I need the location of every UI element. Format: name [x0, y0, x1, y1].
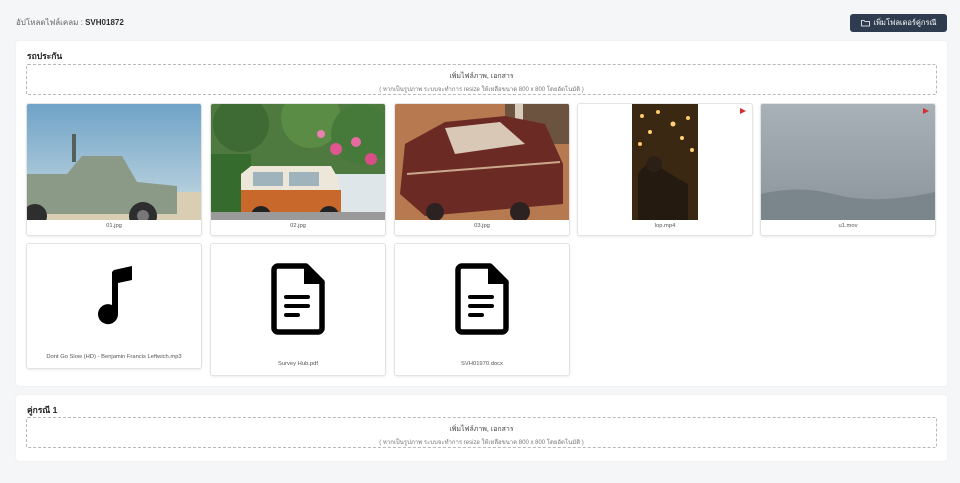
file-card[interactable]: lop.mp4	[577, 103, 753, 236]
file-card[interactable]: 02.jpg	[210, 103, 386, 236]
add-party-folder-label: เพิ่มโฟลเดอร์คู่กรณี	[873, 18, 937, 27]
file-name: lop.mp4	[654, 223, 676, 229]
section-title: รถประกัน	[27, 51, 63, 61]
video-thumbnail	[578, 104, 752, 220]
page-header: อัปโหลดไฟล์เคลม : SVH01872 เพิ่มโฟลเดอร์…	[0, 0, 960, 40]
file-card[interactable]: Survey Hub.pdf	[210, 243, 386, 376]
video-thumbnail	[761, 104, 935, 220]
upload-dropzone[interactable]: เพิ่มไฟล์ภาพ, เอกสาร ( หากเป็นรูปภาพ ระบ…	[26, 417, 937, 448]
file-name: Dont Go Slow (HD) - Benjamin Francis Lef…	[46, 354, 182, 360]
image-thumbnail	[395, 104, 569, 220]
file-card[interactable]: 03.jpg	[394, 103, 570, 236]
document-icon	[455, 263, 509, 335]
image-thumbnail	[211, 104, 385, 220]
file-name: Survey Hub.pdf	[278, 361, 318, 367]
dropzone-label: เพิ่มไฟล์ภาพ, เอกสาร	[449, 426, 514, 433]
page-title: อัปโหลดไฟล์เคลม : SVH01872	[16, 16, 124, 29]
upload-dropzone[interactable]: เพิ่มไฟล์ภาพ, เอกสาร ( หากเป็นรูปภาพ ระบ…	[26, 64, 937, 95]
dropzone-hint: ( หากเป็นรูปภาพ ระบบจะทำการ resize ให้เห…	[379, 87, 584, 93]
image-thumbnail	[27, 104, 201, 220]
folder-icon	[860, 20, 870, 27]
section-insured-car: รถประกัน เพิ่มไฟล์ภาพ, เอกสาร ( หากเป็นร…	[16, 41, 947, 386]
play-icon	[923, 108, 929, 114]
dropzone-hint: ( หากเป็นรูปภาพ ระบบจะทำการ resize ให้เห…	[379, 440, 584, 446]
file-name: 03.jpg	[474, 223, 490, 229]
title-label: อัปโหลดไฟล์เคลม :	[16, 18, 83, 27]
file-card[interactable]: 01.jpg	[26, 103, 202, 236]
section-counterparty-1: คู่กรณี 1 เพิ่มไฟล์ภาพ, เอกสาร ( หากเป็น…	[16, 395, 947, 461]
file-card[interactable]: SVH01970.docx	[394, 243, 570, 376]
section-title: คู่กรณี 1	[27, 405, 58, 415]
music-note-icon	[98, 266, 132, 325]
claim-number: SVH01872	[85, 18, 124, 27]
file-name: u1.mov	[838, 223, 858, 229]
file-card[interactable]: Dont Go Slow (HD) - Benjamin Francis Lef…	[26, 243, 202, 369]
play-icon	[740, 108, 746, 114]
file-name: 01.jpg	[106, 223, 122, 229]
file-name: SVH01970.docx	[461, 361, 503, 367]
document-icon	[271, 263, 325, 335]
file-card[interactable]: u1.mov	[760, 103, 936, 236]
dropzone-label: เพิ่มไฟล์ภาพ, เอกสาร	[449, 73, 514, 80]
add-party-folder-button[interactable]: เพิ่มโฟลเดอร์คู่กรณี	[850, 14, 947, 32]
file-name: 02.jpg	[290, 223, 306, 229]
